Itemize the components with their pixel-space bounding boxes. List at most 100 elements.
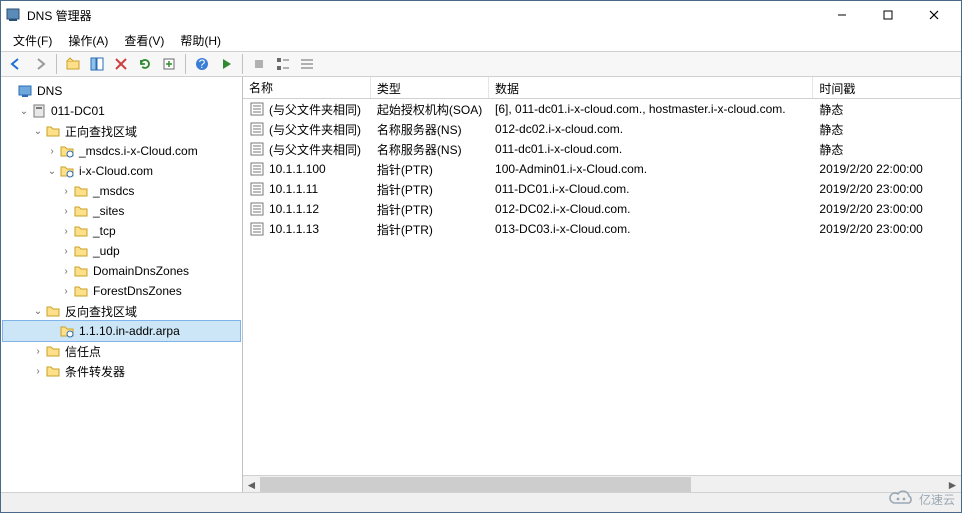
close-button[interactable] xyxy=(911,1,957,29)
minimize-button[interactable] xyxy=(819,1,865,29)
tree-pane[interactable]: DNS ⌄ 011-DC01 xyxy=(1,77,243,492)
menu-bar: 文件(F) 操作(A) 查看(V) 帮助(H) xyxy=(1,29,961,51)
tree-root-dns[interactable]: DNS xyxy=(3,81,240,101)
record-type: 名称服务器(NS) xyxy=(371,119,489,140)
record-time: 静态 xyxy=(813,139,961,160)
column-header-time[interactable]: 时间戳 xyxy=(813,77,961,98)
record-row[interactable]: 10.1.1.100指针(PTR)100-Admin01.i-x-Cloud.c… xyxy=(243,159,961,179)
record-row[interactable]: (与父文件夹相同)名称服务器(NS)011-dc01.i-x-cloud.com… xyxy=(243,139,961,159)
record-time: 静态 xyxy=(813,99,961,120)
folder-icon xyxy=(73,203,89,219)
record-data: 012-DC02.i-x-Cloud.com. xyxy=(489,200,813,218)
tree-label: i-x-Cloud.com xyxy=(79,164,153,178)
tree-sub-fdz[interactable]: › ForestDnsZones xyxy=(3,281,240,301)
menu-help[interactable]: 帮助(H) xyxy=(172,30,229,51)
twisty-closed-icon[interactable]: › xyxy=(59,286,73,297)
menu-file[interactable]: 文件(F) xyxy=(5,30,60,51)
list-details-button[interactable] xyxy=(296,53,318,75)
toolbar: ? xyxy=(1,51,961,77)
record-data: 012-dc02.i-x-cloud.com. xyxy=(489,120,813,138)
tree-label: 反向查找区域 xyxy=(65,303,137,320)
twisty-closed-icon[interactable]: › xyxy=(45,146,59,157)
tree-label: 信任点 xyxy=(65,343,101,360)
run-button[interactable] xyxy=(215,53,237,75)
record-type: 指针(PTR) xyxy=(371,219,489,240)
folder-icon xyxy=(73,183,89,199)
twisty-closed-icon[interactable]: › xyxy=(59,246,73,257)
tree-label: _udp xyxy=(93,244,120,258)
tree-sub-sites[interactable]: ›_sites xyxy=(3,201,240,221)
scroll-right-arrow-icon[interactable]: ► xyxy=(944,476,961,493)
horizontal-scrollbar[interactable]: ◄ ► xyxy=(243,475,961,492)
forward-button[interactable] xyxy=(29,53,51,75)
dns-root-icon xyxy=(17,83,33,99)
twisty-open-icon[interactable]: ⌄ xyxy=(31,126,45,137)
record-row[interactable]: 10.1.1.13指针(PTR)013-DC03.i-x-Cloud.com.2… xyxy=(243,219,961,239)
tree-sub-ddz[interactable]: ›DomainDnsZones xyxy=(3,261,240,281)
stop-button[interactable] xyxy=(248,53,270,75)
record-type: 起始授权机构(SOA) xyxy=(371,99,489,120)
tree-label: 正向查找区域 xyxy=(65,123,137,140)
record-row[interactable]: 10.1.1.12指针(PTR)012-DC02.i-x-Cloud.com.2… xyxy=(243,199,961,219)
column-header-data[interactable]: 数据 xyxy=(489,77,813,98)
tree-sub-msdcs[interactable]: › _msdcs xyxy=(3,181,240,201)
twisty-open-icon[interactable]: ⌄ xyxy=(17,106,31,117)
twisty-closed-icon[interactable]: › xyxy=(59,206,73,217)
scroll-thumb[interactable] xyxy=(260,477,691,492)
tree-forward-zones[interactable]: ⌄ 正向查找区域 xyxy=(3,121,240,141)
tree-label: _msdcs xyxy=(93,184,134,198)
record-row[interactable]: (与父文件夹相同)起始授权机构(SOA)[6], 011-dc01.i-x-cl… xyxy=(243,99,961,119)
record-icon xyxy=(249,121,265,137)
twisty-closed-icon[interactable]: › xyxy=(31,346,45,357)
refresh-button[interactable] xyxy=(134,53,156,75)
twisty-closed-icon[interactable]: › xyxy=(31,366,45,377)
title-bar: DNS 管理器 xyxy=(1,1,961,29)
help-button[interactable]: ? xyxy=(191,53,213,75)
record-time: 静态 xyxy=(813,119,961,140)
tree-conditional-forwarders[interactable]: › 条件转发器 xyxy=(3,361,240,381)
tree-label: ForestDnsZones xyxy=(93,284,182,298)
tree-msdcs-zone[interactable]: › _msdcs.i-x-Cloud.com xyxy=(3,141,240,161)
tree-reverse-zone-item[interactable]: 1.1.10.in-addr.arpa xyxy=(3,321,240,341)
menu-view[interactable]: 查看(V) xyxy=(116,30,172,51)
record-data: 011-DC01.i-x-Cloud.com. xyxy=(489,180,813,198)
back-button[interactable] xyxy=(5,53,27,75)
record-icon xyxy=(249,161,265,177)
maximize-button[interactable] xyxy=(865,1,911,29)
tree-sub-tcp[interactable]: ›_tcp xyxy=(3,221,240,241)
tree-sub-udp[interactable]: › _udp xyxy=(3,241,240,261)
record-data: 013-DC03.i-x-Cloud.com. xyxy=(489,220,813,238)
twisty-open-icon[interactable]: ⌄ xyxy=(45,166,59,177)
folder-icon xyxy=(45,123,61,139)
twisty-closed-icon[interactable]: › xyxy=(59,226,73,237)
record-name: (与父文件夹相同) xyxy=(269,101,361,118)
tree-reverse-zones[interactable]: ⌄ 反向查找区域 xyxy=(3,301,240,321)
split-panes: DNS ⌄ 011-DC01 xyxy=(1,77,961,492)
tree-server[interactable]: ⌄ 011-DC01 xyxy=(3,101,240,121)
list-body[interactable]: (与父文件夹相同)起始授权机构(SOA)[6], 011-dc01.i-x-cl… xyxy=(243,99,961,475)
tree-domain-zone[interactable]: ⌄ i-x-Cloud.com xyxy=(3,161,240,181)
column-header-name[interactable]: 名称 xyxy=(243,77,371,98)
up-button[interactable] xyxy=(62,53,84,75)
list-pane: 名称 类型 数据 时间戳 (与父文件夹相同)起始授权机构(SOA)[6], 01… xyxy=(243,77,961,492)
twisty-open-icon[interactable]: ⌄ xyxy=(31,306,45,317)
menu-action[interactable]: 操作(A) xyxy=(60,30,116,51)
twisty-closed-icon[interactable]: › xyxy=(59,266,73,277)
tree-trust-points[interactable]: › 信任点 xyxy=(3,341,240,361)
export-button[interactable] xyxy=(158,53,180,75)
record-row[interactable]: 10.1.1.11指针(PTR)011-DC01.i-x-Cloud.com.2… xyxy=(243,179,961,199)
record-icon xyxy=(249,101,265,117)
tree-label: DNS xyxy=(37,84,62,98)
record-type: 指针(PTR) xyxy=(371,159,489,180)
toolbar-separator xyxy=(242,54,243,74)
delete-button[interactable] xyxy=(110,53,132,75)
twisty-closed-icon[interactable]: › xyxy=(59,186,73,197)
scroll-left-arrow-icon[interactable]: ◄ xyxy=(243,476,260,493)
record-type: 名称服务器(NS) xyxy=(371,139,489,160)
column-header-type[interactable]: 类型 xyxy=(371,77,489,98)
record-time: 2019/2/20 23:00:00 xyxy=(813,200,961,218)
list-large-button[interactable] xyxy=(272,53,294,75)
tree-label: 条件转发器 xyxy=(65,363,125,380)
show-hide-button[interactable] xyxy=(86,53,108,75)
record-row[interactable]: (与父文件夹相同)名称服务器(NS)012-dc02.i-x-cloud.com… xyxy=(243,119,961,139)
